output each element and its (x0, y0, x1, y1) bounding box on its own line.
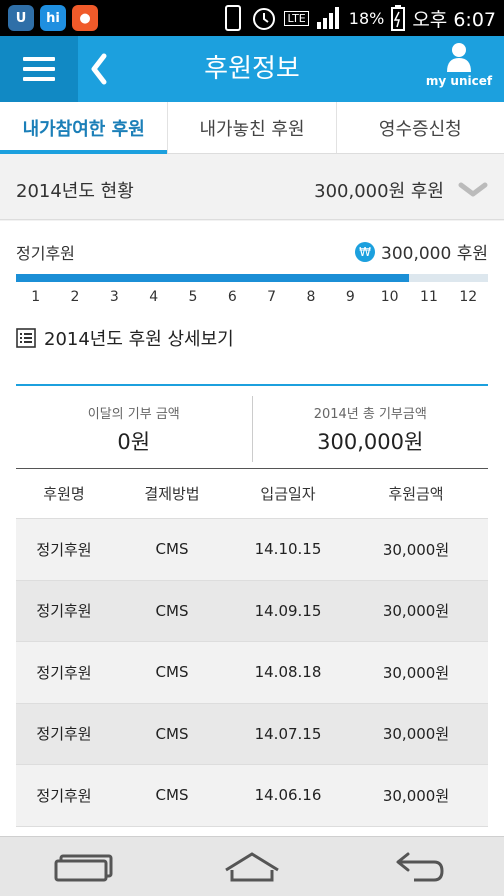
year-detail-link[interactable]: 2014년도 후원 상세보기 (16, 325, 234, 351)
back-arrow-icon (396, 852, 444, 881)
status-app-hi-icon: hi (40, 5, 66, 31)
month-label: 6 (227, 289, 237, 305)
year-total-label: 2014년 총 기부금액 (313, 406, 427, 422)
chevron-down-icon (458, 182, 488, 196)
tab-participated[interactable]: 내가참여한 후원 (0, 102, 169, 154)
month-label: 7 (267, 289, 277, 305)
cell-date: 14.10.15 (254, 540, 322, 559)
month-label: 3 (109, 289, 119, 305)
phone-vibrate-icon (225, 5, 242, 31)
month-label: 5 (188, 289, 198, 305)
cell-date: 14.09.15 (254, 601, 322, 620)
donation-totals: 이달의 기부 금액 0원 2014년 총 기부금액 300,000원 (16, 396, 488, 462)
battery-charging-icon (391, 5, 406, 31)
home-icon (225, 851, 279, 881)
month-label: 12 (459, 289, 478, 305)
lte-indicator: LTE (284, 10, 309, 26)
cell-method: CMS (155, 601, 189, 620)
regular-amount-text: 300,000 후원 (381, 244, 488, 264)
won-icon: ₩ (355, 241, 376, 262)
status-time: 오후 6:07 (412, 8, 496, 31)
cell-date: 14.08.18 (254, 663, 322, 682)
cell-date: 14.07.15 (254, 724, 322, 743)
cell-name: 정기후원 (36, 725, 92, 744)
list-icon (16, 328, 36, 348)
cell-method: CMS (155, 540, 189, 559)
this-month-total: 이달의 기부 금액 0원 (16, 396, 252, 462)
month-label: 4 (149, 289, 159, 305)
cell-amount: 30,000원 (382, 725, 450, 744)
header-deposit-date: 입금일자 (260, 485, 316, 503)
cell-amount: 30,000원 (382, 663, 450, 682)
table-row: 정기후원 CMS 14.08.18 30,000원 (16, 642, 488, 704)
status-bar: U hi ● LTE 18% 오후 6:07 (0, 0, 504, 36)
cell-method: CMS (155, 724, 189, 743)
cell-method: CMS (155, 786, 189, 805)
year-detail-label: 2014년도 후원 상세보기 (44, 329, 234, 350)
regular-donation-label: 정기후원 (16, 243, 75, 263)
this-month-label: 이달의 기부 금액 (87, 406, 180, 422)
donation-progress-fill (16, 274, 410, 282)
cell-name: 정기후원 (36, 663, 92, 682)
my-unicef-button[interactable]: my unicef (424, 42, 494, 98)
cell-amount: 30,000원 (382, 786, 450, 805)
signal-icon (316, 7, 339, 29)
regular-donation-row: 정기후원 ₩ 300,000 후원 (16, 239, 488, 264)
donation-progress-bar (16, 274, 488, 282)
year-total-value: 300,000원 (317, 429, 424, 454)
header-amount: 후원금액 (388, 485, 444, 503)
year-summary-amount: 300,000원 후원 (314, 180, 444, 202)
year-summary-toggle[interactable]: 2014년도 현황 300,000원 후원 (0, 160, 504, 220)
tab-missed[interactable]: 내가놓친 후원 (168, 102, 337, 153)
app-bar: 후원정보 my unicef (0, 36, 504, 102)
this-month-value: 0원 (117, 429, 151, 454)
regular-donation-amount: ₩ 300,000 후원 (355, 239, 488, 264)
cell-name: 정기후원 (36, 540, 92, 559)
month-label: 9 (345, 289, 355, 305)
year-summary-label: 2014년도 현황 (16, 180, 134, 202)
table-row: 정기후원 CMS 14.06.16 30,000원 (16, 765, 488, 827)
back-button[interactable] (385, 845, 455, 889)
table-row: 정기후원 CMS 14.10.15 30,000원 (16, 519, 488, 581)
recent-apps-button[interactable] (49, 845, 119, 889)
table-row: 정기후원 CMS 14.09.15 30,000원 (16, 580, 488, 642)
status-app-u-icon: U (8, 5, 34, 31)
cell-method: CMS (155, 663, 189, 682)
month-label: 11 (420, 289, 438, 305)
month-label: 10 (380, 289, 399, 305)
cell-name: 정기후원 (36, 786, 92, 805)
year-total: 2014년 총 기부금액 300,000원 (251, 396, 489, 462)
table-row: 정기후원 CMS 14.07.15 30,000원 (16, 703, 488, 765)
month-label: 1 (31, 289, 41, 305)
home-button[interactable] (217, 845, 287, 889)
recent-apps-icon (54, 854, 113, 881)
header-payment-method: 결제방법 (144, 485, 200, 503)
my-unicef-label: my unicef (425, 74, 493, 88)
table-header: 후원명 결제방법 입금일자 후원금액 (16, 469, 488, 519)
person-icon (447, 43, 471, 72)
donation-table: 정기후원 CMS 14.10.15 30,000원 정기후원 CMS 14.09… (16, 519, 488, 827)
cell-amount: 30,000원 (382, 540, 450, 559)
month-labels: 1 2 3 4 5 6 7 8 9 10 11 12 (16, 289, 488, 305)
header-donation-name: 후원명 (43, 485, 85, 503)
section-divider (16, 384, 488, 386)
month-label: 8 (306, 289, 316, 305)
main-content: 정기후원 ₩ 300,000 후원 1 2 3 4 5 6 7 8 9 10 11 12 2014년도… (0, 221, 504, 836)
cell-name: 정기후원 (36, 602, 92, 621)
alarm-icon (253, 8, 276, 30)
cell-amount: 30,000원 (382, 602, 450, 621)
cell-date: 14.06.16 (254, 786, 322, 805)
month-label: 2 (70, 289, 80, 305)
tab-receipt-request[interactable]: 영수증신청 (337, 102, 504, 153)
tab-bar: 내가참여한 후원 내가놓친 후원 영수증신청 (0, 102, 504, 154)
system-nav-bar (0, 836, 504, 896)
status-app-record-icon: ● (72, 5, 98, 31)
battery-percent: 18% (348, 8, 385, 28)
